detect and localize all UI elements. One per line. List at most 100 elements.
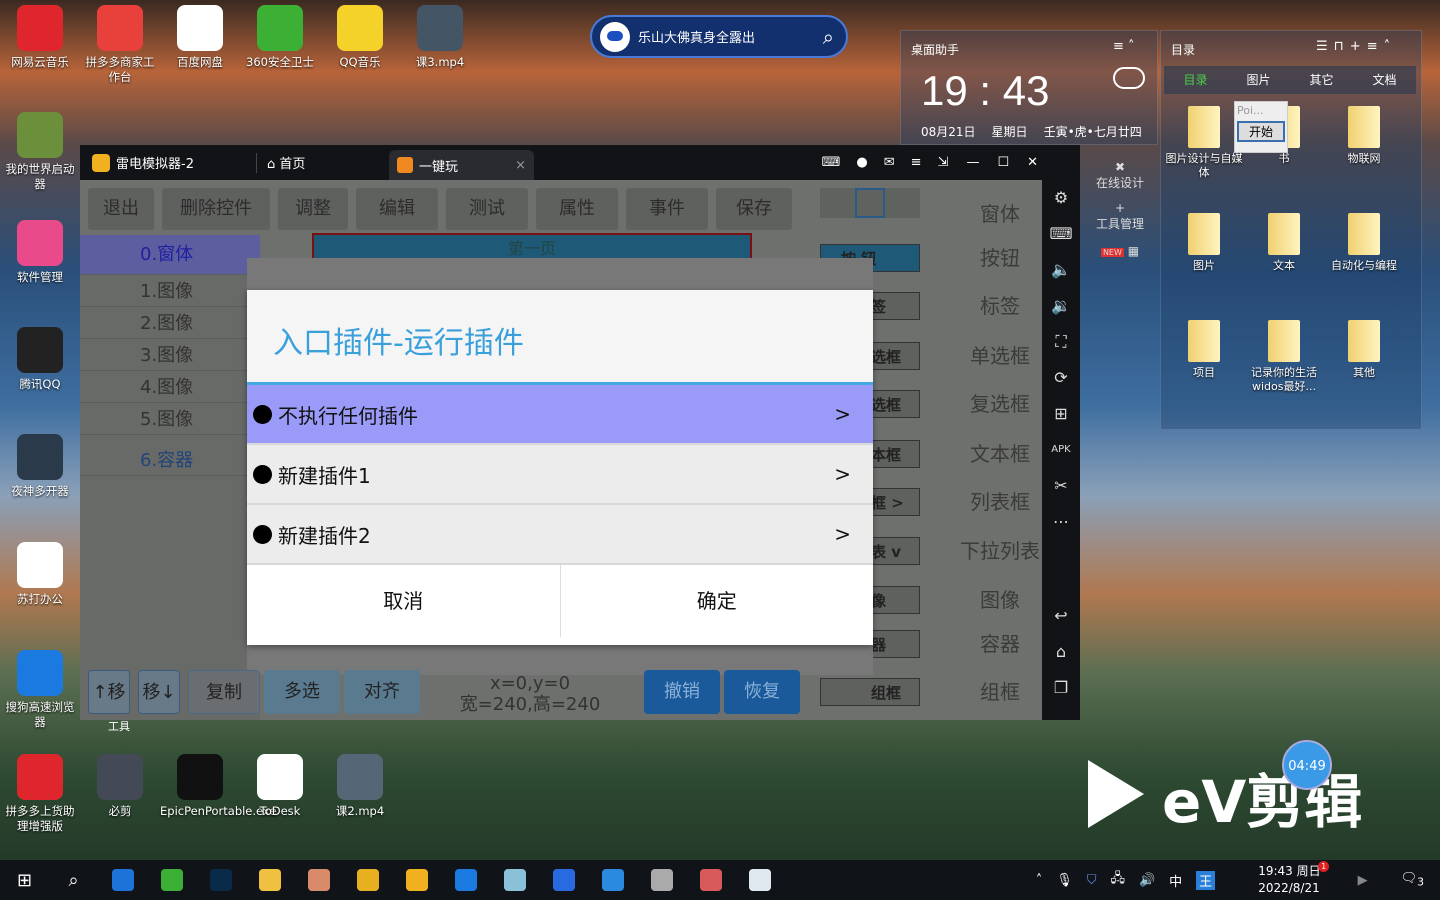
toolbar-button[interactable]: 调整 <box>278 188 348 230</box>
desktop-icon[interactable]: 必剪 <box>80 752 160 819</box>
maximize-icon[interactable]: ☐ <box>997 155 1009 170</box>
taskbar-app[interactable] <box>539 860 588 900</box>
taskbar-app[interactable] <box>294 860 343 900</box>
desktop-icon[interactable]: QQ音乐 <box>320 3 400 70</box>
qr-code-icon[interactable]: ▦ <box>1128 244 1139 258</box>
tab-home[interactable]: ⌂ 首页 <box>267 153 389 172</box>
close-icon[interactable]: ✕ <box>1027 155 1038 170</box>
home-icon[interactable]: ⌂ <box>1042 634 1080 670</box>
minimize-icon[interactable]: — <box>966 155 979 170</box>
search-taskbar-icon[interactable]: ⌕ <box>49 860 98 900</box>
clock[interactable]: 19:43 周日 2022/8/21 1 <box>1258 861 1330 897</box>
control-list-item[interactable]: 5.图像 <box>80 404 260 435</box>
taskbar-app[interactable] <box>343 860 392 900</box>
catalog-folder[interactable]: 记录你的生活widos最好... <box>1244 320 1324 394</box>
palette-preview[interactable]: 组框 <box>820 678 920 706</box>
palette-item[interactable]: 窗体 <box>960 198 1040 227</box>
tab-one-key-play[interactable]: 一键玩 × <box>389 150 534 180</box>
toolbar-button[interactable]: 删除控件 <box>162 188 270 230</box>
back-icon[interactable]: ↩ <box>1042 598 1080 634</box>
rotate-icon[interactable]: ⟳ <box>1042 360 1080 396</box>
taskbar-app[interactable] <box>735 860 784 900</box>
show-desktop-icon[interactable]: ▶ <box>1358 873 1368 888</box>
tray-expand-icon[interactable]: ˄ <box>1036 873 1043 888</box>
menu-icon[interactable]: ≡ <box>911 155 922 170</box>
plugin-option[interactable]: 不执行任何插件 > <box>247 385 873 445</box>
control-list-item[interactable]: 6.容器 <box>80 445 260 476</box>
desktop-icon[interactable]: 课2.mp4 <box>320 752 400 819</box>
desktop-icon[interactable]: 拼多多商家工作台 <box>80 3 160 85</box>
control-list-item[interactable]: 1.图像 <box>80 276 260 307</box>
ime-app-icon[interactable]: 王 <box>1196 870 1216 890</box>
action-center-icon[interactable]: 🗨3 <box>1401 871 1424 889</box>
catalog-toolbar-icons[interactable]: ☰⊓+≡˄ <box>1316 39 1396 54</box>
desktop-icon[interactable]: 夜神多开器 <box>0 432 80 499</box>
taskbar-app[interactable] <box>98 860 147 900</box>
toolbar-button[interactable]: 保存 <box>716 188 792 230</box>
desktop-icon[interactable]: 搜狗高速浏览器 <box>0 648 80 730</box>
catalog-folder[interactable]: 自动化与编程 <box>1324 213 1404 273</box>
palette-item[interactable]: 复选框 <box>960 388 1040 417</box>
move-up-button[interactable]: ↑移 <box>88 670 130 714</box>
catalog-tab[interactable]: 文档 <box>1353 66 1416 94</box>
apk-icon[interactable]: APK <box>1042 432 1080 468</box>
online-design-tool[interactable]: ✖ 在线设计 <box>1082 160 1158 191</box>
tool-manager[interactable]: + 工具管理 <box>1082 201 1158 232</box>
screenshot-icon[interactable]: ⛶ <box>1042 324 1080 360</box>
taskbar-app[interactable] <box>490 860 539 900</box>
add-window-icon[interactable]: ⊞ <box>1042 396 1080 432</box>
palette-item[interactable]: 文本框 <box>960 438 1040 467</box>
palette-item[interactable]: 图像 <box>960 584 1040 613</box>
desktop-icon[interactable]: EpicPenPortable.exe <box>160 752 276 819</box>
desktop-icon[interactable]: 软件管理 <box>0 218 80 285</box>
catalog-folder[interactable]: 物联网 <box>1324 106 1404 166</box>
cancel-button[interactable]: 取消 <box>247 565 561 637</box>
desktop-icon[interactable]: 我的世界启动器 <box>0 110 80 192</box>
undo-button[interactable]: 撤销 <box>644 670 720 714</box>
taskbar-app[interactable] <box>392 860 441 900</box>
start-button[interactable]: 开始 <box>1237 121 1285 142</box>
move-down-button[interactable]: 移↓ <box>138 670 180 714</box>
recent-apps-icon[interactable]: ❐ <box>1042 670 1080 706</box>
desktop-icon[interactable]: 网易云音乐 <box>0 3 80 70</box>
volume-up-icon[interactable]: 🔈 <box>1042 252 1080 288</box>
toolbar-button[interactable]: 测试 <box>446 188 528 230</box>
catalog-tab[interactable]: 目录 <box>1164 66 1227 94</box>
palette-item[interactable]: 列表框 <box>960 486 1040 515</box>
taskbar-app[interactable] <box>588 860 637 900</box>
scissors-icon[interactable]: ✂ <box>1042 468 1080 504</box>
toolbar-button[interactable]: 事件 <box>626 188 708 230</box>
catalog-folder[interactable]: 项目 <box>1164 320 1244 380</box>
close-tab-icon[interactable]: × <box>515 158 526 173</box>
palette-item[interactable]: 下拉列表 <box>960 535 1040 564</box>
copy-button[interactable]: 复制 <box>188 670 260 714</box>
desktop-icon[interactable]: 拼多多上货助理增强版 <box>0 752 80 834</box>
palette-item[interactable]: 容器 <box>960 628 1040 657</box>
toolbar-button[interactable]: 编辑 <box>356 188 438 230</box>
start-button[interactable]: ⊞ <box>0 860 49 900</box>
menu-icon[interactable]: ≡ ˄ <box>1113 39 1135 54</box>
desktop-icon[interactable]: 百度网盘 <box>160 3 240 70</box>
user-avatar-icon[interactable]: ● <box>856 155 867 170</box>
plugin-option[interactable]: 新建插件1 > <box>247 445 873 505</box>
volume-icon[interactable]: 🔊 <box>1139 873 1155 888</box>
security-tray-icon[interactable]: ⛉ <box>1087 873 1097 888</box>
desktop-icon[interactable]: 苏打办公 <box>0 540 80 607</box>
align-button[interactable]: 对齐 <box>344 670 420 714</box>
multi-select-button[interactable]: 多选 <box>264 670 340 714</box>
taskbar-app[interactable] <box>637 860 686 900</box>
settings-icon[interactable]: ⚙ <box>1042 180 1080 216</box>
desktop-icon[interactable]: 360安全卫士 <box>240 3 320 70</box>
palette-item[interactable]: 标签 <box>960 290 1040 319</box>
catalog-tab[interactable]: 其它 <box>1290 66 1353 94</box>
taskbar-app[interactable] <box>147 860 196 900</box>
mail-icon[interactable]: ✉ <box>884 155 895 170</box>
catalog-folder[interactable]: 图片设计与自媒体 <box>1164 106 1244 180</box>
desktop-icon[interactable]: 腾讯QQ <box>0 325 80 392</box>
taskbar-app[interactable] <box>245 860 294 900</box>
palette-item[interactable]: 单选框 <box>960 340 1040 369</box>
keyboard-icon[interactable]: ⌨ <box>1042 216 1080 252</box>
control-list-item[interactable]: 0.窗体 <box>80 235 260 275</box>
redo-button[interactable]: 恢复 <box>724 670 800 714</box>
microphone-icon[interactable]: 🎙 <box>1056 873 1073 888</box>
